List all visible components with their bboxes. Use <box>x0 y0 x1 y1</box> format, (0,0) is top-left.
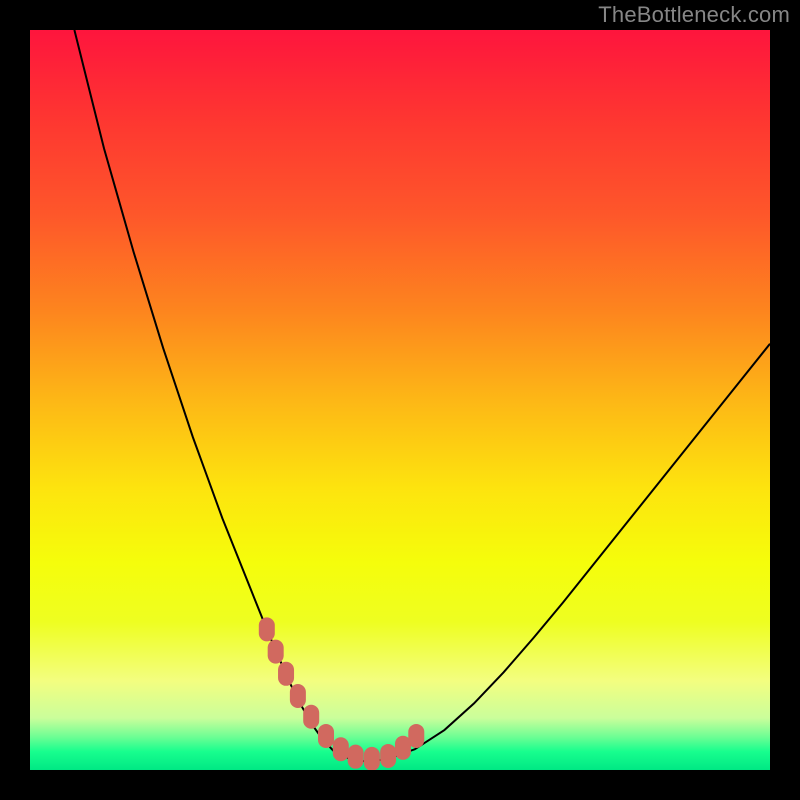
marker-point <box>348 745 364 769</box>
marker-point <box>318 724 334 748</box>
marker-point <box>303 705 319 729</box>
marker-point <box>278 662 294 686</box>
marker-point <box>333 737 349 761</box>
watermark-text: TheBottleneck.com <box>598 2 790 28</box>
marker-point <box>380 744 396 768</box>
marker-point <box>408 724 424 748</box>
marker-point <box>364 747 380 770</box>
marker-point <box>268 640 284 664</box>
outer-frame: TheBottleneck.com <box>0 0 800 800</box>
gradient-background <box>30 30 770 770</box>
marker-point <box>290 684 306 708</box>
chart-svg <box>30 30 770 770</box>
marker-point <box>259 617 275 641</box>
plot-area <box>30 30 770 770</box>
